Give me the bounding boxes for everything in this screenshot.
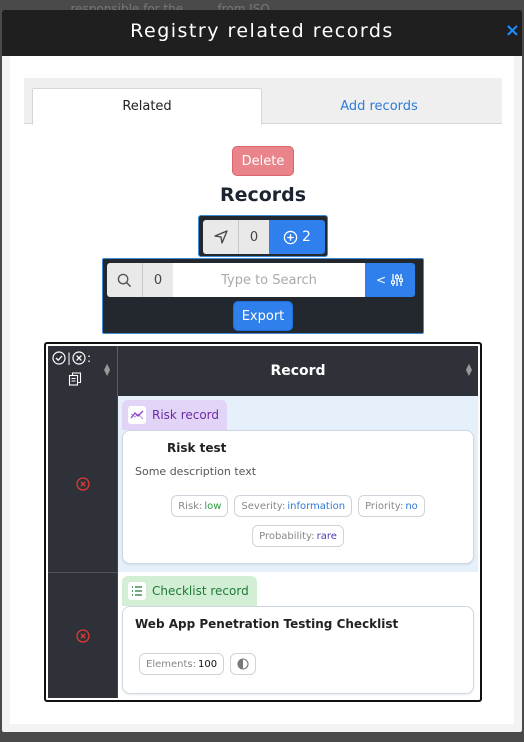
risk-level-chip: Risk: low	[171, 495, 229, 517]
search-result-count: 0	[143, 263, 173, 297]
checklist-record-label: Checklist record	[152, 584, 249, 598]
risk-trend-icon	[128, 406, 146, 424]
search-row: 0 <	[107, 263, 419, 297]
tab-bar: Related Add records	[24, 78, 502, 125]
select-all-icon[interactable]	[52, 351, 66, 365]
search-icon[interactable]	[107, 263, 143, 297]
list-icon	[128, 582, 146, 600]
remove-icon[interactable]	[75, 477, 90, 491]
record-title: Web App Penetration Testing Checklist	[135, 617, 399, 631]
navigation-arrow-icon	[203, 220, 239, 254]
elements-chip: Elements: 100	[139, 653, 225, 675]
record-column-header[interactable]: Record ▲ ▼	[118, 346, 478, 396]
records-heading: Records	[219, 184, 307, 206]
copy-icon[interactable]	[68, 372, 82, 386]
modal-header: Registry related records ×	[2, 10, 522, 56]
plus-circle-icon	[283, 230, 298, 244]
record-title: Risk test	[167, 441, 227, 455]
selected-count: 2	[302, 229, 311, 245]
risk-record-label: Risk record	[152, 408, 220, 422]
search-panel: 0 < Export	[102, 258, 424, 334]
linked-records-toggle[interactable]: 0	[203, 220, 269, 254]
close-icon[interactable]: ×	[505, 20, 520, 41]
row-selector	[48, 396, 118, 572]
record-description: Some description text	[135, 465, 257, 478]
checklist-chips: Elements: 100	[139, 653, 473, 675]
add-records-toggle[interactable]: 2	[269, 220, 325, 254]
selector-colon: :	[87, 351, 92, 365]
record-cell: Checklist record Web App Penetration Tes…	[118, 572, 478, 698]
filter-button[interactable]: <	[365, 263, 415, 297]
deselect-all-icon[interactable]	[72, 351, 86, 365]
filter-prefix: <	[375, 273, 387, 287]
tab-add-records[interactable]: Add records	[264, 88, 494, 125]
probability-chip: Probability: rare	[252, 525, 344, 547]
delete-button[interactable]: Delete	[232, 146, 294, 176]
row-selector	[48, 572, 118, 698]
selector-divider: |	[67, 351, 72, 365]
table-header: | : ▲ ▼ Record ▲ ▼	[48, 346, 478, 396]
records-table: | : ▲ ▼ Record ▲ ▼ Risk record Risk test…	[44, 342, 482, 702]
sort-arrows-icon[interactable]: ▲ ▼	[104, 363, 110, 377]
risk-record-badge: Risk record	[122, 400, 228, 430]
record-cell: Risk record Risk test Some description t…	[118, 396, 478, 572]
sliders-icon	[391, 274, 404, 286]
selection-controls: | :	[52, 351, 91, 365]
progress-chip	[230, 653, 257, 675]
table-row: Checklist record Web App Penetration Tes…	[48, 572, 478, 698]
half-circle-icon	[237, 658, 249, 670]
table-row: Risk record Risk test Some description t…	[48, 396, 478, 572]
related-records-modal: Registry related records × Related Add r…	[2, 10, 522, 732]
severity-chip: Severity: information	[234, 495, 353, 517]
modal-title: Registry related records	[130, 20, 394, 42]
linked-count: 0	[249, 229, 259, 245]
records-panel: Related Add records Delete Records 0 2 0…	[24, 78, 502, 714]
search-input[interactable]	[173, 263, 365, 297]
remove-icon[interactable]	[75, 628, 90, 643]
sort-arrows-icon[interactable]: ▲ ▼	[466, 363, 472, 377]
modal-body: Related Add records Delete Records 0 2 0…	[10, 56, 514, 724]
risk-record-card[interactable]: Risk test Some description text Risk: low…	[122, 430, 474, 564]
risk-chips-row-1: Risk: low Severity: information Priority: n…	[123, 495, 473, 517]
tab-related[interactable]: Related	[32, 88, 262, 125]
risk-chips-row-2: Probability: rare	[123, 525, 473, 547]
export-button[interactable]: Export	[233, 301, 293, 331]
checklist-record-card[interactable]: Web App Penetration Testing Checklist El…	[122, 606, 474, 694]
records-counter: 0 2	[198, 215, 328, 257]
record-column-label: Record	[270, 363, 326, 379]
priority-chip: Priority: no	[358, 495, 425, 517]
selection-header: | : ▲ ▼	[48, 346, 118, 396]
checklist-record-badge: Checklist record	[122, 576, 257, 606]
